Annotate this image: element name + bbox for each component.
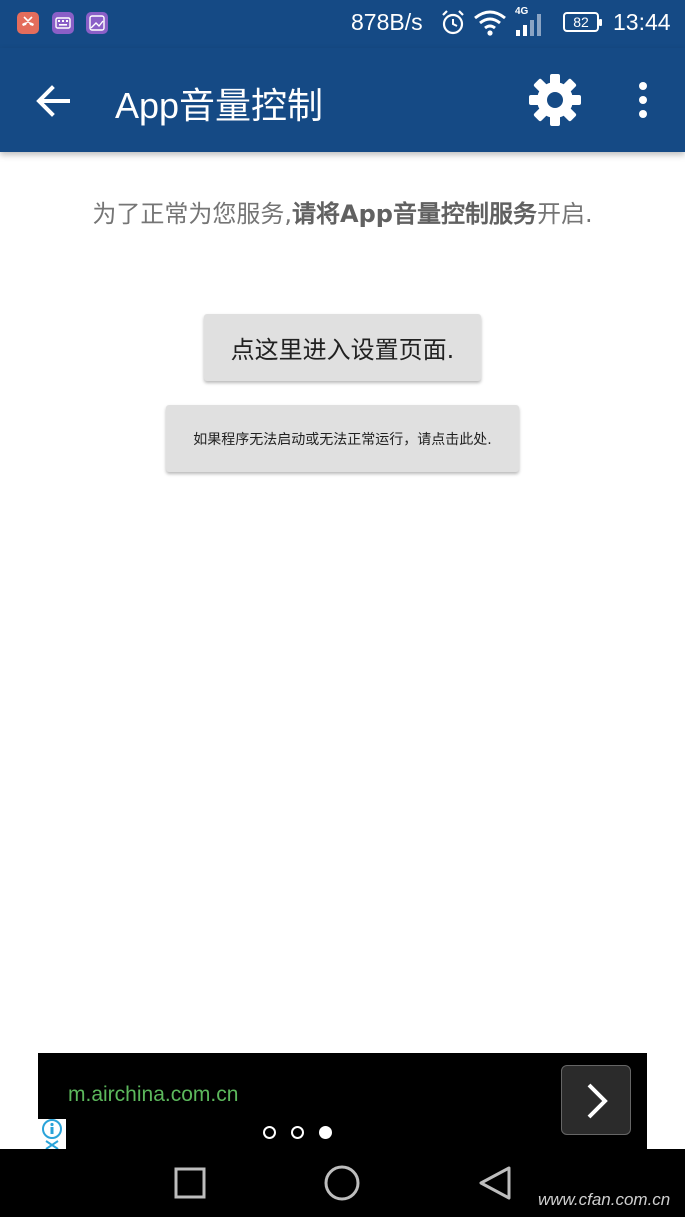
signal-icon [516, 12, 546, 40]
circle-icon [324, 1165, 360, 1201]
pager-dot-active [319, 1126, 332, 1139]
recents-button[interactable] [170, 1163, 210, 1203]
prompt-suffix: 开启. [536, 200, 593, 228]
ad-banner[interactable]: m.airchina.com.cn [38, 1053, 647, 1150]
triangle-back-icon [479, 1166, 511, 1200]
service-prompt: 为了正常为您服务,请将App音量控制服务开启. [0, 194, 685, 229]
gear-icon [529, 74, 581, 126]
adchoices-icon[interactable] [38, 1119, 66, 1150]
missed-call-icon [17, 12, 39, 34]
clock: 13:44 [613, 9, 671, 35]
prompt-prefix: 为了正常为您服务, [92, 200, 293, 228]
gallery-icon [86, 12, 108, 34]
ad-next-button[interactable] [561, 1065, 631, 1135]
app-bar: App音量控制 [0, 48, 685, 152]
prompt-emphasis: 请将App音量控制服务 [292, 200, 537, 228]
nav-back-button[interactable] [476, 1163, 516, 1203]
status-bar: 878B/s 4G 82 13:44 [0, 0, 685, 48]
open-settings-button[interactable]: 点这里进入设置页面. [204, 314, 481, 381]
pager-dot [291, 1126, 304, 1139]
alarm-icon [440, 9, 466, 41]
keyboard-icon [52, 12, 74, 34]
settings-button[interactable] [527, 72, 583, 128]
back-button[interactable] [30, 78, 76, 124]
network-speed: 878B/s [351, 9, 423, 35]
page-title: App音量控制 [115, 85, 324, 126]
troubleshoot-button[interactable]: 如果程序无法启动或无法正常运行，请点击此处. [166, 405, 519, 472]
chevron-right-icon [587, 1083, 608, 1119]
more-vert-icon [639, 82, 647, 118]
back-arrow-icon [36, 85, 70, 117]
home-button[interactable] [322, 1163, 362, 1203]
watermark: www.cfan.com.cn [538, 1190, 671, 1209]
overflow-menu-button[interactable] [624, 78, 662, 122]
pager-dot [263, 1126, 276, 1139]
square-icon [174, 1167, 206, 1199]
ad-pager [263, 1126, 332, 1140]
battery-level: 82 [563, 12, 602, 32]
ad-link[interactable]: m.airchina.com.cn [68, 1083, 238, 1107]
wifi-icon [473, 9, 507, 41]
